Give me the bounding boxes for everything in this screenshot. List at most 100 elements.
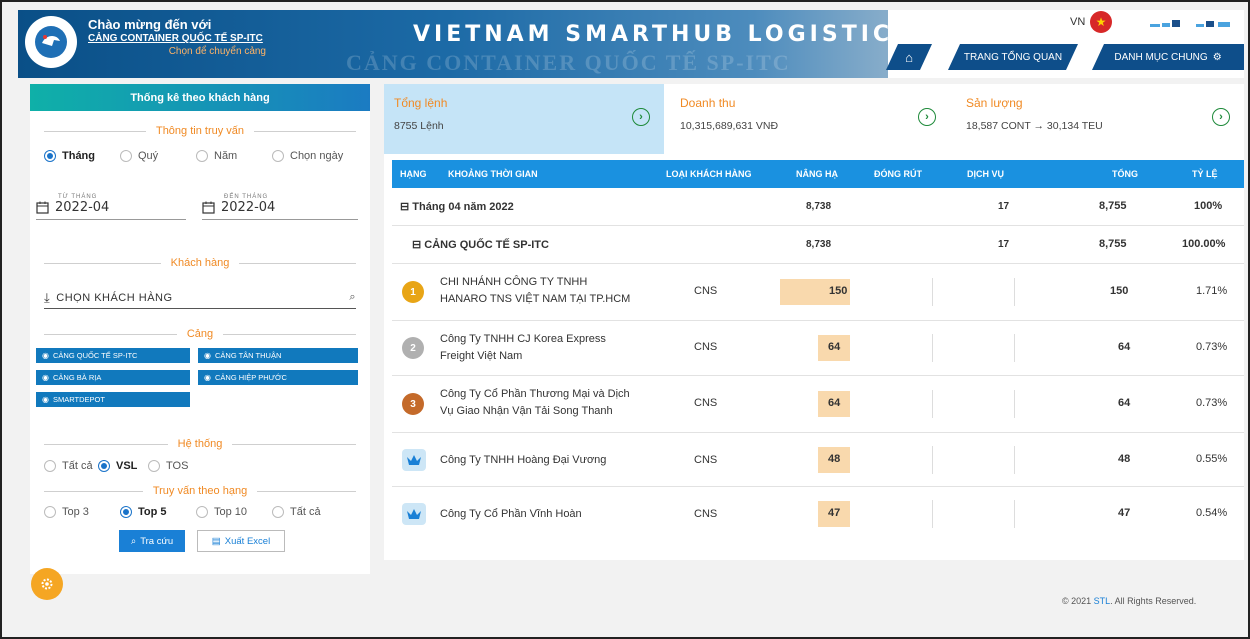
rank-all-radio[interactable]: Tất cả bbox=[272, 506, 321, 518]
port-button-smartdepot[interactable]: ◉ SMARTDEPOT bbox=[36, 392, 190, 407]
settings-fab-button[interactable] bbox=[31, 568, 63, 600]
port-button-label: CẢNG BÀ RỊA bbox=[52, 373, 102, 382]
customer-name: CHI NHÁNH CÔNG TY TNHH bbox=[440, 276, 588, 288]
period-month-radio[interactable]: Tháng bbox=[44, 150, 120, 162]
table-header: HẠNG KHOẢNG THỜI GIAN LOẠI KHÁCH HÀNG NÂ… bbox=[392, 160, 1244, 188]
vietnam-flag-icon[interactable]: ★ bbox=[1090, 11, 1112, 33]
period-quarter-radio[interactable]: Quý bbox=[120, 150, 196, 162]
port-button-ba-ria[interactable]: ◉ CẢNG BÀ RỊA bbox=[36, 370, 190, 385]
customer-name-cont: Vụ Giao Nhận Vận Tải Song Thanh bbox=[440, 405, 613, 417]
from-month-field[interactable]: TỪ THÁNG 2022-04 bbox=[36, 194, 109, 215]
card-title: Doanh thu bbox=[680, 96, 736, 110]
card-total-orders[interactable]: Tổng lệnh 8755 Lệnh › bbox=[384, 84, 664, 154]
customer-name: Công Ty Cổ Phần Thương Mại và Dịch bbox=[440, 388, 630, 400]
column-divider bbox=[1014, 334, 1015, 362]
period-year-radio[interactable]: Năm bbox=[196, 150, 272, 162]
query-info-label: Thông tin truy vấn bbox=[44, 124, 356, 138]
search-icon[interactable]: ⌕ bbox=[349, 291, 356, 304]
switch-port-link[interactable]: Chọn để chuyển cảng bbox=[88, 46, 266, 57]
table-row[interactable]: Công Ty Cổ Phần Vĩnh Hoàn CNS 47 47 0.54… bbox=[392, 487, 1244, 541]
customer-type: CNS bbox=[694, 341, 718, 353]
col-header-rank[interactable]: HẠNG bbox=[400, 169, 427, 179]
radio-dot bbox=[120, 150, 132, 162]
customer-name-cont: Freight Việt Nam bbox=[440, 350, 523, 362]
from-month-underline bbox=[36, 219, 186, 220]
port-logo[interactable] bbox=[25, 16, 77, 68]
column-divider bbox=[1014, 278, 1015, 306]
col-header-stuffing[interactable]: ĐÓNG RÚT bbox=[874, 169, 922, 179]
card-title: Tổng lệnh bbox=[394, 96, 448, 110]
total-value: 150 bbox=[1110, 285, 1129, 297]
collapse-icon[interactable]: ⊟ bbox=[400, 201, 409, 213]
port-button-sp-itc[interactable]: ◉ CẢNG QUỐC TẾ SP-ITC bbox=[36, 348, 190, 363]
radio-dot bbox=[196, 506, 208, 518]
arrow-right-icon[interactable]: › bbox=[632, 108, 650, 126]
radio-label: Tháng bbox=[62, 150, 95, 162]
column-divider bbox=[932, 500, 933, 528]
system-tos-radio[interactable]: TOS bbox=[148, 460, 188, 472]
rank-section-label: Truy vấn theo hạng bbox=[44, 484, 356, 498]
search-button[interactable]: ⌕ Tra cứu bbox=[119, 530, 185, 552]
collapse-icon[interactable]: ⊟ bbox=[412, 239, 421, 251]
footer-brand-link[interactable]: STL bbox=[1094, 596, 1111, 606]
system-all-radio[interactable]: Tất cả bbox=[44, 460, 98, 472]
subgroup-label-text: CẢNG QUỐC TẾ SP-ITC bbox=[424, 239, 549, 251]
total-value: 48 bbox=[1118, 453, 1131, 465]
to-month-field[interactable]: ĐẾN THÁNG 2022-04 bbox=[202, 194, 275, 215]
language-code[interactable]: VN bbox=[1070, 16, 1085, 28]
col-header-total[interactable]: TỔNG bbox=[1112, 169, 1138, 179]
group-row[interactable]: ⊟ Tháng 04 năm 2022 8,738 17 8,755 100% bbox=[392, 188, 1244, 226]
rank-top10-radio[interactable]: Top 10 bbox=[196, 506, 272, 518]
user-menu-icon[interactable] bbox=[1150, 20, 1232, 28]
customer-select-input[interactable]: ⤓ CHỌN KHÁCH HÀNG ⌕ bbox=[44, 287, 356, 309]
sidebar-title: Thống kê theo khách hàng bbox=[30, 84, 370, 111]
bronze-medal-icon: 3 bbox=[402, 393, 424, 415]
system-vsl-radio[interactable]: VSL bbox=[98, 460, 148, 472]
rank-radio-group: Top 3 Top 5 Top 10 Tất cả bbox=[44, 506, 321, 518]
col-header-customer-type[interactable]: LOẠI KHÁCH HÀNG bbox=[666, 169, 752, 179]
subgroup-row[interactable]: ⊟ CẢNG QUỐC TẾ SP-ITC 8,738 17 8,755 100… bbox=[392, 226, 1244, 264]
table-row[interactable]: 3 Công Ty Cổ Phần Thương Mại và Dịch Vụ G… bbox=[392, 376, 1244, 433]
group-lift: 8,738 bbox=[806, 201, 832, 212]
table-row[interactable]: 1 CHI NHÁNH CÔNG TY TNHH HANARO TNS VIỆT … bbox=[392, 264, 1244, 321]
current-port-link[interactable]: CẢNG CONTAINER QUỐC TẾ SP-ITC bbox=[88, 33, 266, 44]
arrow-right-icon[interactable]: › bbox=[918, 108, 936, 126]
nav-catalog-button[interactable]: DANH MỤC CHUNG ⚙ bbox=[1092, 44, 1244, 70]
radio-label: TOS bbox=[166, 460, 189, 472]
card-value: 10,315,689,631 VNĐ bbox=[680, 120, 779, 132]
customer-section-label: Khách hàng bbox=[44, 256, 356, 270]
period-custom-radio[interactable]: Chọn ngày bbox=[272, 150, 343, 162]
column-divider bbox=[932, 390, 933, 418]
card-revenue[interactable]: Doanh thu 10,315,689,631 VNĐ › bbox=[670, 84, 950, 154]
col-header-period[interactable]: KHOẢNG THỜI GIAN bbox=[448, 169, 538, 179]
ratio-value: 0.54% bbox=[1196, 507, 1228, 519]
group-label: ⊟ Tháng 04 năm 2022 bbox=[400, 200, 514, 213]
radio-dot bbox=[148, 460, 160, 472]
table-row[interactable]: Công Ty TNHH Hoàng Đại Vương CNS 48 48 0… bbox=[392, 433, 1244, 487]
radio-label: VSL bbox=[116, 460, 138, 472]
port-button-label: CẢNG QUỐC TẾ SP-ITC bbox=[52, 351, 138, 360]
period-radio-group: Tháng Quý Năm Chọn ngày bbox=[44, 150, 343, 162]
port-button-tan-thuan[interactable]: ◉ CẢNG TÂN THUẬN bbox=[198, 348, 358, 363]
table-row[interactable]: 2 Công Ty TNHH CJ Korea Express Freight V… bbox=[392, 321, 1244, 376]
card-volume[interactable]: Sản lượng 18,587 CONT → 30,134 TEU › bbox=[956, 84, 1244, 154]
ratio-value: 0.73% bbox=[1196, 397, 1228, 409]
header-watermark: CẢNG CONTAINER QUỐC TẾ SP-ITC bbox=[346, 50, 791, 75]
customer-name: Công Ty Cổ Phần Vĩnh Hoàn bbox=[440, 508, 582, 520]
export-excel-button[interactable]: ▤ Xuất Excel bbox=[197, 530, 285, 552]
subgroup-label: ⊟ CẢNG QUỐC TẾ SP-ITC bbox=[412, 238, 549, 251]
home-icon: ⌂ bbox=[905, 49, 913, 65]
port-button-hiep-phuoc[interactable]: ◉ CẢNG HIỆP PHƯỚC bbox=[198, 370, 358, 385]
radio-dot bbox=[272, 150, 284, 162]
col-header-service[interactable]: DỊCH VỤ bbox=[967, 169, 1004, 179]
col-header-lift[interactable]: NÂNG HẠ bbox=[796, 169, 838, 179]
rank-top3-radio[interactable]: Top 3 bbox=[44, 506, 120, 518]
col-header-ratio[interactable]: TỶ LỆ bbox=[1192, 169, 1218, 179]
customer-name: Công Ty TNHH Hoàng Đại Vương bbox=[440, 454, 607, 466]
rank-top5-radio[interactable]: Top 5 bbox=[120, 506, 196, 518]
port-section-label: Cảng bbox=[44, 327, 356, 341]
footer-copyright: © 2021 STL. All Rights Reserved. bbox=[1062, 596, 1196, 606]
arrow-right-icon[interactable]: › bbox=[1212, 108, 1230, 126]
gear-icon: ⚙ bbox=[1212, 51, 1222, 63]
nav-overview-button[interactable]: TRANG TỔNG QUAN bbox=[948, 44, 1078, 70]
